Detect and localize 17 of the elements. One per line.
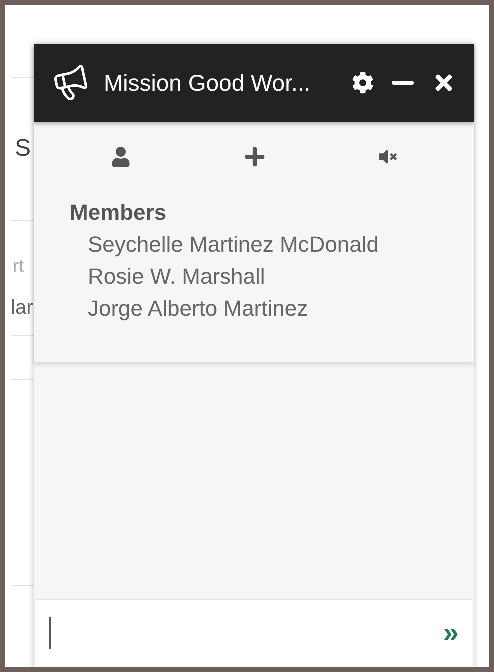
background-label-text: rt [12, 255, 24, 278]
member-name: Jorge Alberto Martinez [87, 295, 310, 323]
background-heading-text: S [14, 134, 32, 164]
window-title: Mission Good Wor... [104, 68, 312, 98]
members-heading: Members [70, 199, 168, 227]
background-value-text: lar [11, 296, 34, 320]
text-cursor [49, 617, 51, 649]
person-icon [110, 147, 131, 167]
settings-button[interactable] [352, 72, 374, 94]
plus-icon [244, 146, 266, 168]
muted-speaker-icon [379, 148, 398, 166]
message-input-field[interactable]: » [36, 599, 472, 666]
send-button[interactable]: » [443, 619, 459, 647]
member-name: Rosie W. Marshall [87, 263, 266, 291]
member-name: Seychelle Martinez McDonald [87, 231, 380, 259]
minimize-icon [392, 81, 414, 85]
gear-icon [352, 72, 374, 94]
